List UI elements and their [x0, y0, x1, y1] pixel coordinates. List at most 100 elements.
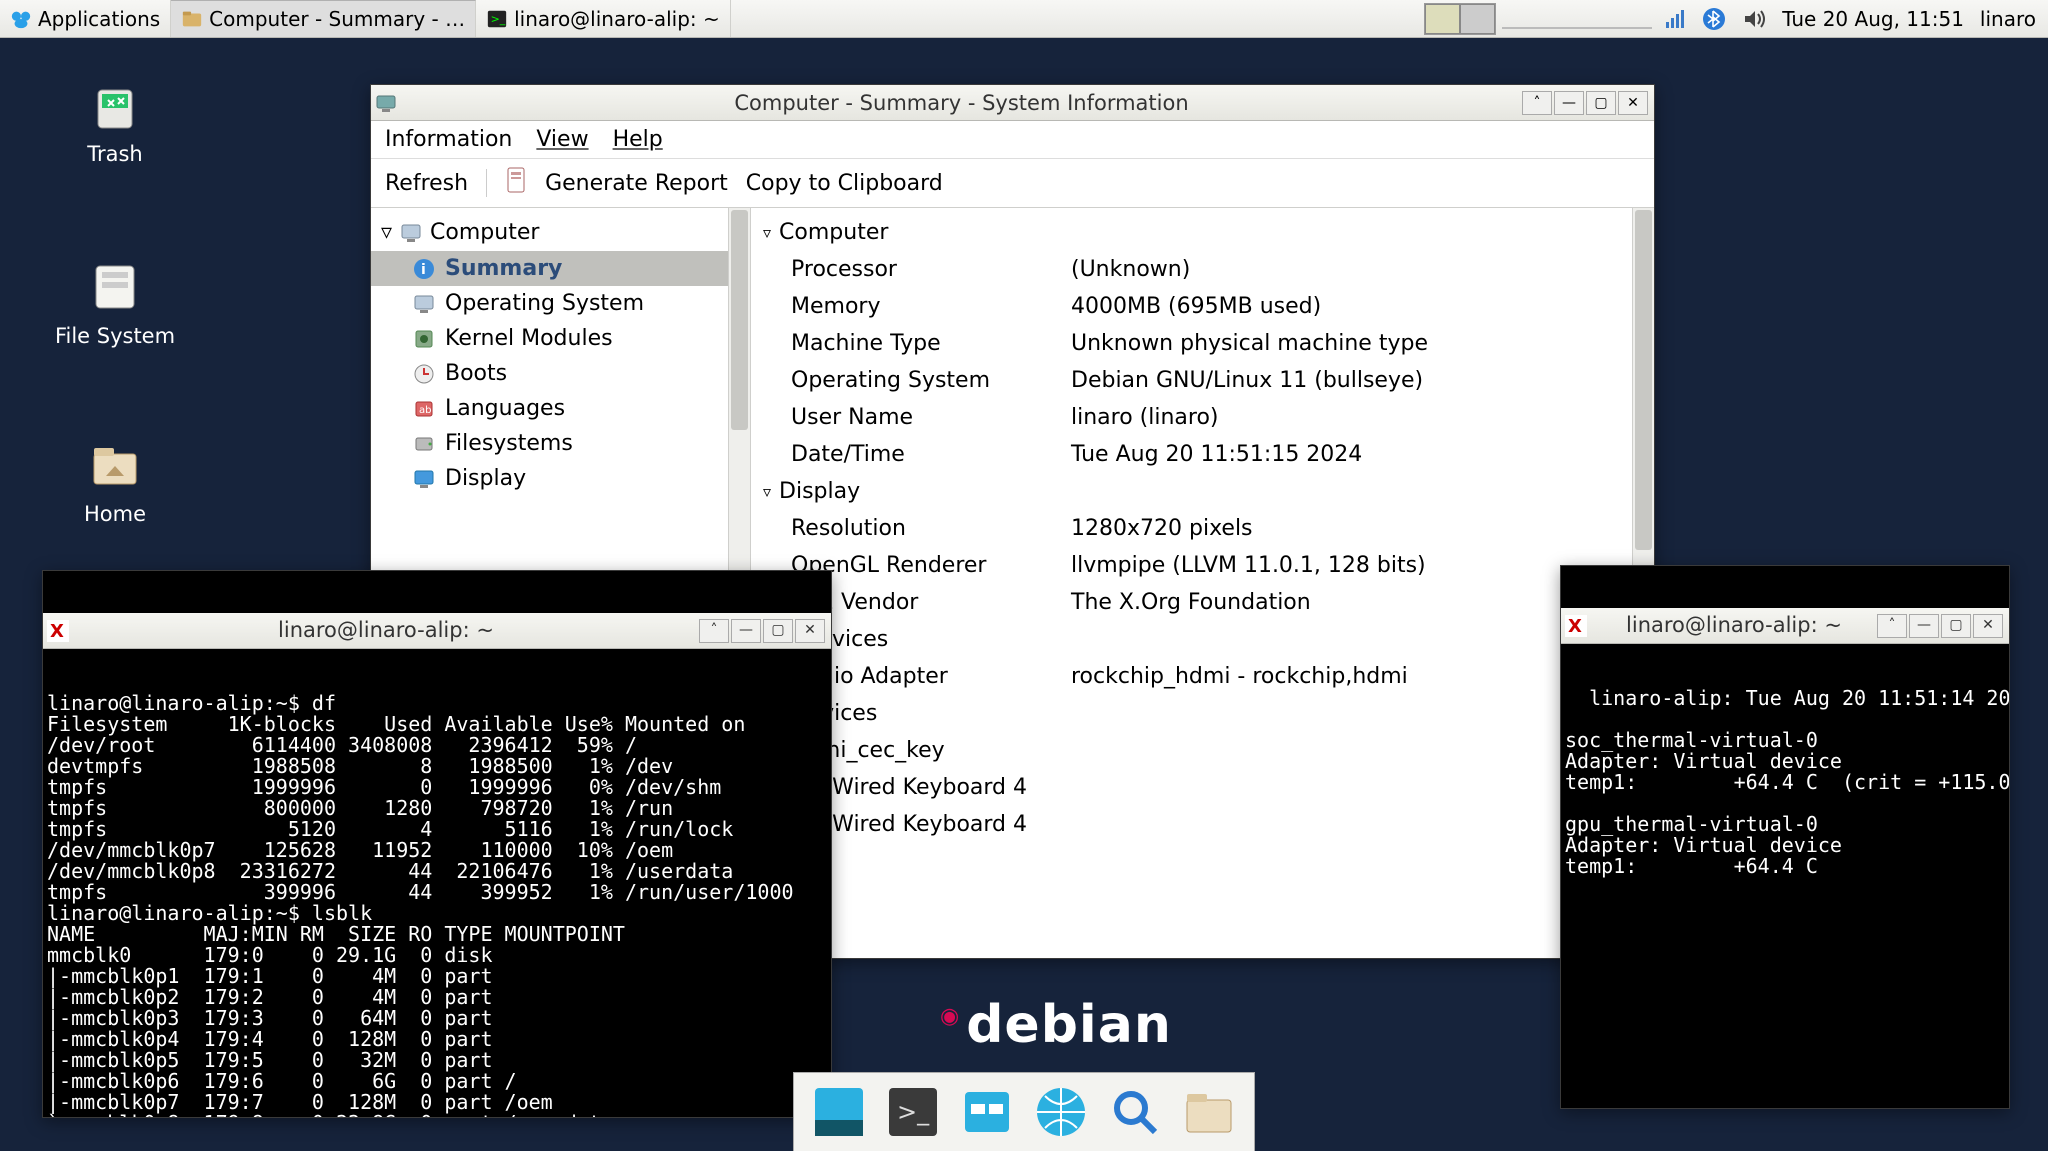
dock-file-manager[interactable] — [956, 1081, 1018, 1143]
detail-row[interactable]: Operating SystemDebian GNU/Linux 11 (bul… — [763, 362, 1642, 399]
window-rollup-button[interactable]: ˄ — [1522, 91, 1552, 115]
detail-key: Processor — [791, 257, 1071, 282]
dock-terminal[interactable]: >_ — [882, 1081, 944, 1143]
detail-key: User Name — [791, 405, 1071, 430]
debian-text: debian — [966, 995, 1172, 1055]
network-icon[interactable] — [1664, 8, 1686, 30]
terminal-window-1: X linaro@linaro-alip: ~ ˄ — ▢ ✕ linaro@l… — [42, 570, 832, 1118]
applications-menu[interactable]: Applications — [0, 0, 171, 37]
hardinfo-titlebar[interactable]: Computer - Summary - System Information … — [371, 85, 1654, 121]
home-folder-icon — [86, 436, 144, 494]
detail-row[interactable]: Memory4000MB (695MB used) — [763, 288, 1642, 325]
taskbar-button-terminal[interactable]: >_ linaro@linaro-alip: ~ — [476, 0, 731, 37]
workspace-pager[interactable] — [1424, 3, 1496, 35]
sidebar-item-icon — [413, 328, 435, 350]
window-maximize-button[interactable]: ▢ — [1941, 614, 1971, 638]
refresh-button[interactable]: Refresh — [385, 171, 468, 196]
sidebar-item-label: Filesystems — [445, 431, 573, 456]
detail-row[interactable]: Machine TypeUnknown physical machine typ… — [763, 325, 1642, 362]
window-maximize-button[interactable]: ▢ — [763, 619, 793, 643]
tree-group-computer[interactable]: ▿ Computer — [371, 214, 750, 251]
section-header-audio[interactable]: dio Devices — [751, 621, 1642, 658]
taskbar-label: linaro@linaro-alip: ~ — [514, 7, 720, 31]
user-label[interactable]: linaro — [1980, 7, 2036, 31]
folder-icon — [181, 8, 203, 30]
sidebar-item-summary[interactable]: iSummary — [371, 251, 750, 286]
menu-view[interactable]: View — [536, 127, 588, 152]
detail-row[interactable]: Processor(Unknown) — [763, 251, 1642, 288]
desktop-icon-trash[interactable]: Trash — [50, 76, 180, 166]
sidebar-item-kernel-modules[interactable]: Kernel Modules — [371, 321, 750, 356]
terminal-2-content[interactable]: linaro-alip: Tue Aug 20 11:51:14 2024 so… — [1561, 686, 2009, 879]
copy-clipboard-button[interactable]: Copy to Clipboard — [746, 171, 943, 196]
drive-icon — [86, 258, 144, 316]
detail-row[interactable]: Resolution1280x720 pixels — [763, 510, 1642, 547]
window-title: linaro@linaro-alip: ~ — [73, 619, 699, 641]
xterm-icon: X — [1561, 615, 1591, 637]
dock-show-desktop[interactable] — [808, 1081, 870, 1143]
desktop-icon-home[interactable]: Home — [50, 436, 180, 526]
dock-web-browser[interactable] — [1030, 1081, 1092, 1143]
sidebar-item-boots[interactable]: Boots — [371, 356, 750, 391]
detail-value: Tue Aug 20 11:51:15 2024 — [1071, 442, 1642, 467]
debian-logo: ◉ debian — [940, 995, 1172, 1055]
detail-row[interactable]: hdmi_cec_key — [763, 732, 1642, 769]
bluetooth-icon[interactable] — [1702, 7, 1726, 31]
detail-key: Audio Adapter — [791, 664, 1071, 689]
detail-key: Operating System — [791, 368, 1071, 393]
taskbar-label: Computer - Summary - … — [209, 7, 465, 31]
window-maximize-button[interactable]: ▢ — [1586, 91, 1616, 115]
desktop-icon-filesystem[interactable]: File System — [50, 258, 180, 348]
menu-help[interactable]: Help — [613, 127, 663, 152]
window-rollup-button[interactable]: ˄ — [1877, 614, 1907, 638]
volume-icon[interactable] — [1742, 7, 1766, 31]
menu-information[interactable]: Information — [385, 127, 512, 152]
window-close-button[interactable]: ✕ — [1973, 614, 2003, 638]
terminal-1-titlebar[interactable]: X linaro@linaro-alip: ~ ˄ — ▢ ✕ — [43, 613, 831, 649]
terminal-2-titlebar[interactable]: X linaro@linaro-alip: ~ ˄ — ▢ ✕ — [1561, 608, 2009, 644]
sidebar-item-filesystems[interactable]: Filesystems — [371, 426, 750, 461]
detail-row[interactable]: User Namelinaro (linaro) — [763, 399, 1642, 436]
window-close-button[interactable]: ✕ — [1618, 91, 1648, 115]
window-title: Computer - Summary - System Information — [401, 91, 1522, 115]
sidebar-item-languages[interactable]: abLanguages — [371, 391, 750, 426]
taskbar-button-hardinfo[interactable]: Computer - Summary - … — [171, 0, 476, 37]
trash-icon — [86, 76, 144, 134]
sidebar-item-label: Summary — [445, 256, 562, 281]
section-header-computer[interactable]: Computer — [763, 214, 1642, 251]
window-minimize-button[interactable]: — — [1554, 91, 1584, 115]
sidebar-item-label: Kernel Modules — [445, 326, 613, 351]
detail-row[interactable]: RPi Wired Keyboard 4 — [763, 769, 1642, 806]
svg-text:X: X — [50, 621, 64, 642]
window-close-button[interactable]: ✕ — [795, 619, 825, 643]
window-minimize-button[interactable]: — — [731, 619, 761, 643]
detail-pane[interactable]: Computer Processor(Unknown)Memory4000MB … — [751, 208, 1654, 953]
detail-row[interactable]: RPi Wired Keyboard 4 — [763, 806, 1642, 843]
terminal-icon-small: >_ — [486, 8, 508, 30]
section-header-display[interactable]: Display — [763, 473, 1642, 510]
dock-home-folder[interactable] — [1178, 1081, 1240, 1143]
desktop-icon-label: File System — [50, 324, 180, 348]
detail-row[interactable]: Audio Adapterrockchip_hdmi - rockchip,hd… — [763, 658, 1642, 695]
sidebar-item-display[interactable]: Display — [371, 461, 750, 496]
section-header-input[interactable]: ut Devices — [751, 695, 1642, 732]
window-minimize-button[interactable]: — — [1909, 614, 1939, 638]
sidebar-item-icon — [413, 293, 435, 315]
sidebar-item-operating-system[interactable]: Operating System — [371, 286, 750, 321]
detail-key: RPi Wired Keyboard 4 — [791, 775, 1071, 800]
generate-report-button[interactable]: Generate Report — [545, 171, 728, 196]
desktop-icon-label: Home — [50, 502, 180, 526]
detail-row[interactable]: Date/TimeTue Aug 20 11:51:15 2024 — [763, 436, 1642, 473]
terminal-1-content[interactable]: linaro@linaro-alip:~$ df Filesystem 1K-b… — [43, 691, 831, 1118]
clock[interactable]: Tue 20 Aug, 11:51 — [1782, 7, 1964, 31]
toolbar-separator — [486, 169, 487, 197]
detail-row[interactable]: OpenGL Rendererllvmpipe (LLVM 11.0.1, 12… — [763, 547, 1642, 584]
dock-search[interactable] — [1104, 1081, 1166, 1143]
tree-group-label: Computer — [430, 220, 539, 245]
detail-key: X11 Vendor — [791, 590, 1071, 615]
sidebar-item-label: Operating System — [445, 291, 644, 316]
sidebar-item-icon: ab — [413, 398, 435, 420]
computer-icon — [400, 222, 422, 244]
detail-row[interactable]: X11 VendorThe X.Org Foundation — [763, 584, 1642, 621]
window-rollup-button[interactable]: ˄ — [699, 619, 729, 643]
